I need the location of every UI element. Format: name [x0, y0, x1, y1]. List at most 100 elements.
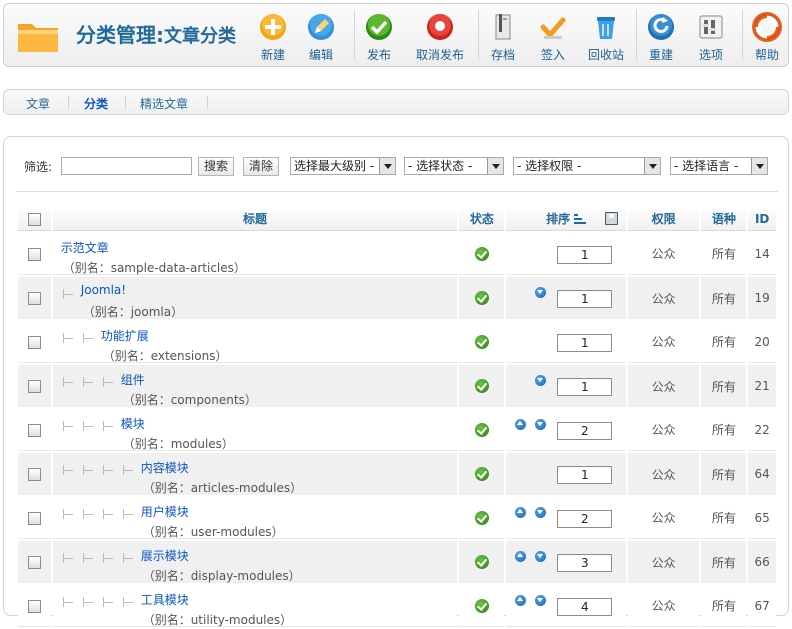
access-cell: 公众 [627, 321, 700, 363]
row-checkbox[interactable] [27, 468, 41, 481]
order-input[interactable]: 1 [557, 466, 613, 484]
search-button[interactable]: 搜索 [198, 157, 235, 176]
edit-button-label: 编辑 [308, 48, 333, 62]
published-icon[interactable] [474, 379, 489, 394]
category-link[interactable]: 工具模块 [141, 591, 189, 608]
checkin-button[interactable]: 签入 [534, 8, 572, 64]
move-down-icon[interactable] [535, 595, 547, 606]
category-link[interactable]: 模块 [121, 415, 145, 432]
id-cell: 20 [748, 321, 776, 363]
row-checkbox[interactable] [27, 556, 41, 569]
column-header-title-label: 标题 [243, 212, 268, 226]
main-panel: 筛选: 搜索 清除 选择最大级别 - - 选择状态 - - 选择权限 - - 选… [3, 136, 790, 627]
access-select[interactable]: - 选择权限 - [513, 157, 661, 175]
move-up-icon[interactable] [515, 507, 527, 518]
order-input[interactable]: 1 [557, 246, 613, 264]
select-all-checkbox[interactable] [27, 212, 41, 226]
category-link[interactable]: Joomla! [81, 283, 126, 297]
search-input[interactable] [61, 157, 192, 175]
row-checkbox[interactable] [27, 335, 41, 349]
category-link[interactable]: 示范文章 [61, 239, 109, 256]
filter-bar: 筛选: 搜索 清除 选择最大级别 - - 选择状态 - - 选择权限 - - 选… [4, 155, 790, 177]
move-down-icon[interactable] [535, 419, 547, 430]
row-checkbox[interactable] [27, 380, 41, 393]
category-alias: （别名：user-modules） [142, 525, 284, 539]
category-link[interactable]: 组件 [121, 371, 145, 388]
id-cell: 66 [748, 541, 776, 583]
row-checkbox[interactable] [27, 423, 41, 437]
order-input[interactable]: 2 [557, 510, 613, 528]
row-checkbox-cell [18, 585, 51, 627]
column-header-access[interactable]: 权限 [627, 207, 700, 231]
published-icon[interactable] [474, 291, 489, 306]
submenu-item-featured[interactable]: 精选文章 [140, 95, 188, 112]
published-icon[interactable] [474, 467, 489, 482]
id-cell: 67 [748, 585, 776, 627]
published-icon[interactable] [474, 555, 489, 570]
order-input[interactable]: 1 [557, 334, 613, 352]
column-header-language[interactable]: 语种 [701, 207, 747, 231]
order-input[interactable]: 1 [557, 290, 613, 308]
tree-indent [61, 465, 141, 477]
submenu-item-categories[interactable]: 分类 [84, 95, 108, 112]
row-checkbox[interactable] [27, 247, 41, 261]
edit-button[interactable]: 编辑 [302, 8, 340, 64]
order-input[interactable]: 1 [557, 378, 613, 396]
tree-connector [81, 553, 99, 565]
move-down-icon[interactable] [535, 551, 547, 562]
published-icon[interactable] [474, 422, 489, 437]
checkin-button-label: 签入 [540, 48, 565, 62]
trash-button[interactable]: 回收站 [582, 8, 630, 64]
published-icon[interactable] [474, 246, 489, 261]
published-icon[interactable] [474, 598, 489, 613]
level-select[interactable]: 选择最大级别 - [290, 157, 396, 175]
category-alias: （别名：joomla） [82, 305, 184, 319]
row-checkbox[interactable] [27, 599, 41, 613]
tree-connector [101, 465, 119, 477]
tree-connector [81, 333, 99, 345]
order-input[interactable]: 3 [557, 554, 613, 572]
state-select[interactable]: - 选择状态 - [404, 157, 504, 175]
move-up-icon[interactable] [515, 551, 527, 562]
move-down-icon[interactable] [535, 375, 547, 386]
order-input[interactable]: 4 [557, 598, 613, 616]
table-row: 模块 （别名：modules） 2 公众 所有 22 [18, 409, 776, 451]
row-checkbox[interactable] [27, 292, 41, 305]
title-cell: 模块 （别名：modules） [52, 409, 458, 451]
column-header-status[interactable]: 状态 [459, 207, 505, 231]
move-up-icon[interactable] [515, 595, 527, 606]
row-checkbox[interactable] [27, 511, 41, 525]
category-link[interactable]: 展示模块 [141, 547, 189, 564]
tree-connector [101, 553, 119, 565]
status-cell [459, 453, 505, 495]
category-link[interactable]: 用户模块 [141, 503, 189, 520]
category-link[interactable]: 内容模块 [141, 459, 189, 476]
table-header-row: 标题 状态 排序 权限 语种 ID [18, 207, 776, 231]
submenu-item-articles[interactable]: 文章 [26, 95, 50, 112]
language-cell: 所有 [701, 321, 747, 363]
order-input[interactable]: 2 [557, 422, 613, 440]
clear-button[interactable]: 清除 [243, 157, 280, 176]
archive-button[interactable]: 存档 [484, 8, 522, 64]
publish-button[interactable]: 发布 [360, 8, 398, 64]
move-down-icon[interactable] [535, 287, 547, 298]
column-header-ordering[interactable]: 排序 [506, 207, 626, 231]
language-select[interactable]: - 选择语言 - [670, 157, 768, 175]
unpublish-button[interactable]: 取消发布 [412, 8, 468, 64]
table-row: 组件 （别名：components） 1 公众 所有 21 [18, 365, 776, 407]
published-icon[interactable] [474, 510, 489, 525]
help-button[interactable]: 帮助 [748, 8, 786, 64]
category-link[interactable]: 功能扩展 [101, 327, 149, 344]
save-order-icon[interactable] [604, 212, 618, 225]
published-icon[interactable] [474, 334, 489, 349]
archive-button-label: 存档 [490, 48, 515, 62]
column-header-id[interactable]: ID [748, 207, 776, 231]
column-header-title[interactable]: 标题 [52, 207, 458, 231]
rebuild-button[interactable]: 重建 [642, 8, 680, 64]
move-down-icon[interactable] [535, 507, 547, 518]
unpublish-button-label: 取消发布 [415, 48, 464, 62]
move-up-icon[interactable] [515, 419, 527, 430]
options-button[interactable]: 选项 [692, 8, 730, 64]
chevron-down-icon [751, 158, 767, 174]
new-button[interactable]: 新建 [254, 8, 292, 64]
